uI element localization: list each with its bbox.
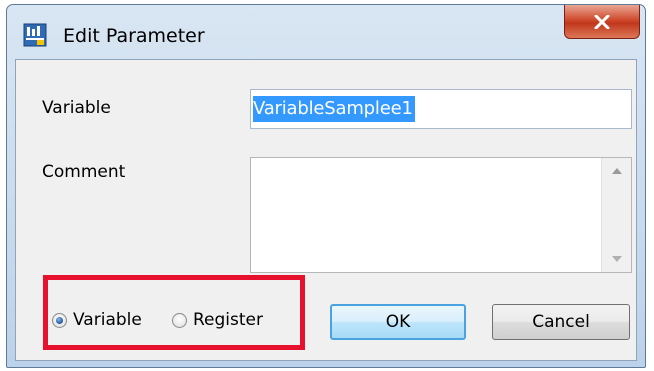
variable-label: Variable: [42, 98, 111, 118]
arrow-down-icon: [611, 256, 622, 262]
arrow-up-icon: [611, 168, 622, 174]
radio-register-label: Register: [193, 310, 263, 330]
app-icon: [23, 23, 47, 47]
ok-button[interactable]: OK: [330, 304, 466, 340]
dialog-body: Variable VariableSamplee1 Comment Variab…: [15, 59, 637, 361]
radio-selected-icon: [52, 312, 67, 328]
window-title: Edit Parameter: [63, 25, 205, 47]
radio-variable[interactable]: Variable: [52, 309, 142, 331]
comment-scrollbar[interactable]: [601, 158, 631, 272]
radio-variable-label: Variable: [73, 310, 142, 330]
scroll-up-button[interactable]: [602, 158, 631, 184]
comment-label: Comment: [42, 162, 126, 182]
edit-parameter-dialog: Edit Parameter Variable VariableSamplee1…: [6, 4, 646, 368]
cancel-button[interactable]: Cancel: [492, 304, 630, 340]
close-icon: [594, 14, 610, 29]
radio-register[interactable]: Register: [172, 309, 263, 331]
variable-input[interactable]: VariableSamplee1: [250, 89, 632, 129]
radio-unselected-icon: [172, 312, 187, 328]
close-button[interactable]: [564, 5, 640, 39]
scroll-down-button[interactable]: [602, 246, 631, 272]
title-bar[interactable]: Edit Parameter: [7, 5, 645, 59]
variable-input-value: VariableSamplee1: [253, 96, 415, 122]
comment-textarea[interactable]: [250, 157, 632, 273]
